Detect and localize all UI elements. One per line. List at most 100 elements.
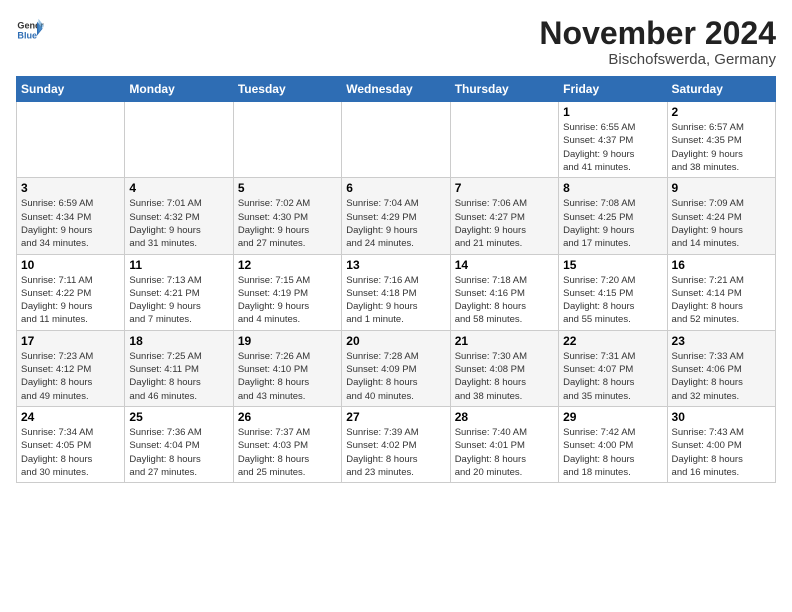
day-number: 22 [563, 334, 662, 348]
day-info: Sunrise: 7:43 AM Sunset: 4:00 PM Dayligh… [672, 426, 771, 479]
col-friday: Friday [559, 77, 667, 102]
table-row: 13Sunrise: 7:16 AM Sunset: 4:18 PM Dayli… [342, 254, 450, 330]
day-info: Sunrise: 7:16 AM Sunset: 4:18 PM Dayligh… [346, 274, 445, 327]
day-info: Sunrise: 7:06 AM Sunset: 4:27 PM Dayligh… [455, 197, 554, 250]
col-thursday: Thursday [450, 77, 558, 102]
table-row: 11 Sunrise: 7:13 AM Sunset: 4:21 PM Dayli… [125, 254, 233, 330]
table-row: 28 Sunrise: 7:40 AM Sunset: 4:01 PM Dayli… [450, 406, 558, 482]
day-info: Sunrise: 7:02 AM Sunset: 4:30 PM Dayligh… [238, 197, 337, 250]
day-number: 4 [129, 181, 228, 195]
table-row: 14Sunrise: 7:18 AM Sunset: 4:16 PM Dayli… [450, 254, 558, 330]
table-row: 3 Sunrise: 6:59 AM Sunset: 4:34 PM Daylig… [17, 178, 125, 254]
day-info: Sunrise: 7:36 AM Sunset: 4:04 PM Dayligh… [129, 426, 228, 479]
table-row: 21 Sunrise: 7:30 AM Sunset: 4:08 PM Dayli… [450, 330, 558, 406]
day-number: 10 [21, 258, 120, 272]
day-info: Sunrise: 7:28 AM Sunset: 4:09 PM Dayligh… [346, 350, 445, 403]
day-number: 23 [672, 334, 771, 348]
day-number: 26 [238, 410, 337, 424]
table-row [450, 102, 558, 178]
table-row: 27Sunrise: 7:39 AM Sunset: 4:02 PM Dayli… [342, 406, 450, 482]
table-row: 19 Sunrise: 7:26 AM Sunset: 4:10 PM Dayli… [233, 330, 341, 406]
day-number: 20 [346, 334, 445, 348]
day-number: 29 [563, 410, 662, 424]
day-info: Sunrise: 7:20 AM Sunset: 4:15 PM Dayligh… [563, 274, 662, 327]
day-info: Sunrise: 7:25 AM Sunset: 4:11 PM Dayligh… [129, 350, 228, 403]
location: Bischofswerda, Germany [539, 51, 776, 68]
table-row: 10Sunrise: 7:11 AM Sunset: 4:22 PM Dayli… [17, 254, 125, 330]
day-info: Sunrise: 7:18 AM Sunset: 4:16 PM Dayligh… [455, 274, 554, 327]
calendar-week-4: 17 Sunrise: 7:23 AM Sunset: 4:12 PM Dayli… [17, 330, 776, 406]
table-row: 30 Sunrise: 7:43 AM Sunset: 4:00 PM Dayli… [667, 406, 775, 482]
calendar-week-1: 1Sunrise: 6:55 AM Sunset: 4:37 PM Daylig… [17, 102, 776, 178]
day-number: 5 [238, 181, 337, 195]
day-number: 7 [455, 181, 554, 195]
table-row: 18 Sunrise: 7:25 AM Sunset: 4:11 PM Dayli… [125, 330, 233, 406]
day-number: 25 [129, 410, 228, 424]
day-number: 1 [563, 105, 662, 119]
day-number: 27 [346, 410, 445, 424]
calendar-week-3: 10Sunrise: 7:11 AM Sunset: 4:22 PM Dayli… [17, 254, 776, 330]
day-info: Sunrise: 6:57 AM Sunset: 4:35 PM Dayligh… [672, 121, 771, 174]
title-block: November 2024 Bischofswerda, Germany [539, 16, 776, 68]
day-info: Sunrise: 7:40 AM Sunset: 4:01 PM Dayligh… [455, 426, 554, 479]
day-number: 16 [672, 258, 771, 272]
day-info: Sunrise: 7:26 AM Sunset: 4:10 PM Dayligh… [238, 350, 337, 403]
table-row: 6 Sunrise: 7:04 AM Sunset: 4:29 PM Daylig… [342, 178, 450, 254]
day-info: Sunrise: 7:21 AM Sunset: 4:14 PM Dayligh… [672, 274, 771, 327]
col-wednesday: Wednesday [342, 77, 450, 102]
day-info: Sunrise: 7:13 AM Sunset: 4:21 PM Dayligh… [129, 274, 228, 327]
table-row: 7 Sunrise: 7:06 AM Sunset: 4:27 PM Daylig… [450, 178, 558, 254]
month-title: November 2024 [539, 16, 776, 51]
day-info: Sunrise: 6:59 AM Sunset: 4:34 PM Dayligh… [21, 197, 120, 250]
table-row: 8Sunrise: 7:08 AM Sunset: 4:25 PM Daylig… [559, 178, 667, 254]
table-row: 17 Sunrise: 7:23 AM Sunset: 4:12 PM Dayli… [17, 330, 125, 406]
day-info: Sunrise: 7:42 AM Sunset: 4:00 PM Dayligh… [563, 426, 662, 479]
table-row: 9Sunrise: 7:09 AM Sunset: 4:24 PM Daylig… [667, 178, 775, 254]
col-monday: Monday [125, 77, 233, 102]
table-row: 25 Sunrise: 7:36 AM Sunset: 4:04 PM Dayli… [125, 406, 233, 482]
table-row [17, 102, 125, 178]
calendar-week-5: 24 Sunrise: 7:34 AM Sunset: 4:05 PM Dayli… [17, 406, 776, 482]
day-number: 18 [129, 334, 228, 348]
day-number: 11 [129, 258, 228, 272]
main-container: General Blue November 2024 Bischofswerda… [0, 0, 792, 491]
table-row: 20 Sunrise: 7:28 AM Sunset: 4:09 PM Dayli… [342, 330, 450, 406]
day-info: Sunrise: 7:30 AM Sunset: 4:08 PM Dayligh… [455, 350, 554, 403]
day-number: 12 [238, 258, 337, 272]
day-number: 28 [455, 410, 554, 424]
col-tuesday: Tuesday [233, 77, 341, 102]
day-number: 21 [455, 334, 554, 348]
table-row: 29 Sunrise: 7:42 AM Sunset: 4:00 PM Dayli… [559, 406, 667, 482]
day-number: 19 [238, 334, 337, 348]
day-info: Sunrise: 7:04 AM Sunset: 4:29 PM Dayligh… [346, 197, 445, 250]
calendar-table: Sunday Monday Tuesday Wednesday Thursday… [16, 76, 776, 483]
day-info: Sunrise: 7:09 AM Sunset: 4:24 PM Dayligh… [672, 197, 771, 250]
day-number: 17 [21, 334, 120, 348]
table-row: 24 Sunrise: 7:34 AM Sunset: 4:05 PM Dayli… [17, 406, 125, 482]
day-info: Sunrise: 7:23 AM Sunset: 4:12 PM Dayligh… [21, 350, 120, 403]
day-number: 8 [563, 181, 662, 195]
day-info: Sunrise: 7:34 AM Sunset: 4:05 PM Dayligh… [21, 426, 120, 479]
day-number: 30 [672, 410, 771, 424]
day-number: 2 [672, 105, 771, 119]
day-number: 3 [21, 181, 120, 195]
logo-icon: General Blue [16, 16, 44, 44]
table-row [125, 102, 233, 178]
logo: General Blue [16, 16, 44, 44]
table-row [342, 102, 450, 178]
day-number: 24 [21, 410, 120, 424]
table-row: 23 Sunrise: 7:33 AM Sunset: 4:06 PM Dayli… [667, 330, 775, 406]
day-info: Sunrise: 7:01 AM Sunset: 4:32 PM Dayligh… [129, 197, 228, 250]
header: General Blue November 2024 Bischofswerda… [16, 16, 776, 68]
table-row [233, 102, 341, 178]
calendar-header-row: Sunday Monday Tuesday Wednesday Thursday… [17, 77, 776, 102]
table-row: 22Sunrise: 7:31 AM Sunset: 4:07 PM Dayli… [559, 330, 667, 406]
table-row: 4 Sunrise: 7:01 AM Sunset: 4:32 PM Daylig… [125, 178, 233, 254]
col-sunday: Sunday [17, 77, 125, 102]
table-row: 15 Sunrise: 7:20 AM Sunset: 4:15 PM Dayli… [559, 254, 667, 330]
table-row: 26 Sunrise: 7:37 AM Sunset: 4:03 PM Dayli… [233, 406, 341, 482]
day-info: Sunrise: 7:37 AM Sunset: 4:03 PM Dayligh… [238, 426, 337, 479]
day-info: Sunrise: 7:33 AM Sunset: 4:06 PM Dayligh… [672, 350, 771, 403]
day-number: 15 [563, 258, 662, 272]
day-number: 6 [346, 181, 445, 195]
